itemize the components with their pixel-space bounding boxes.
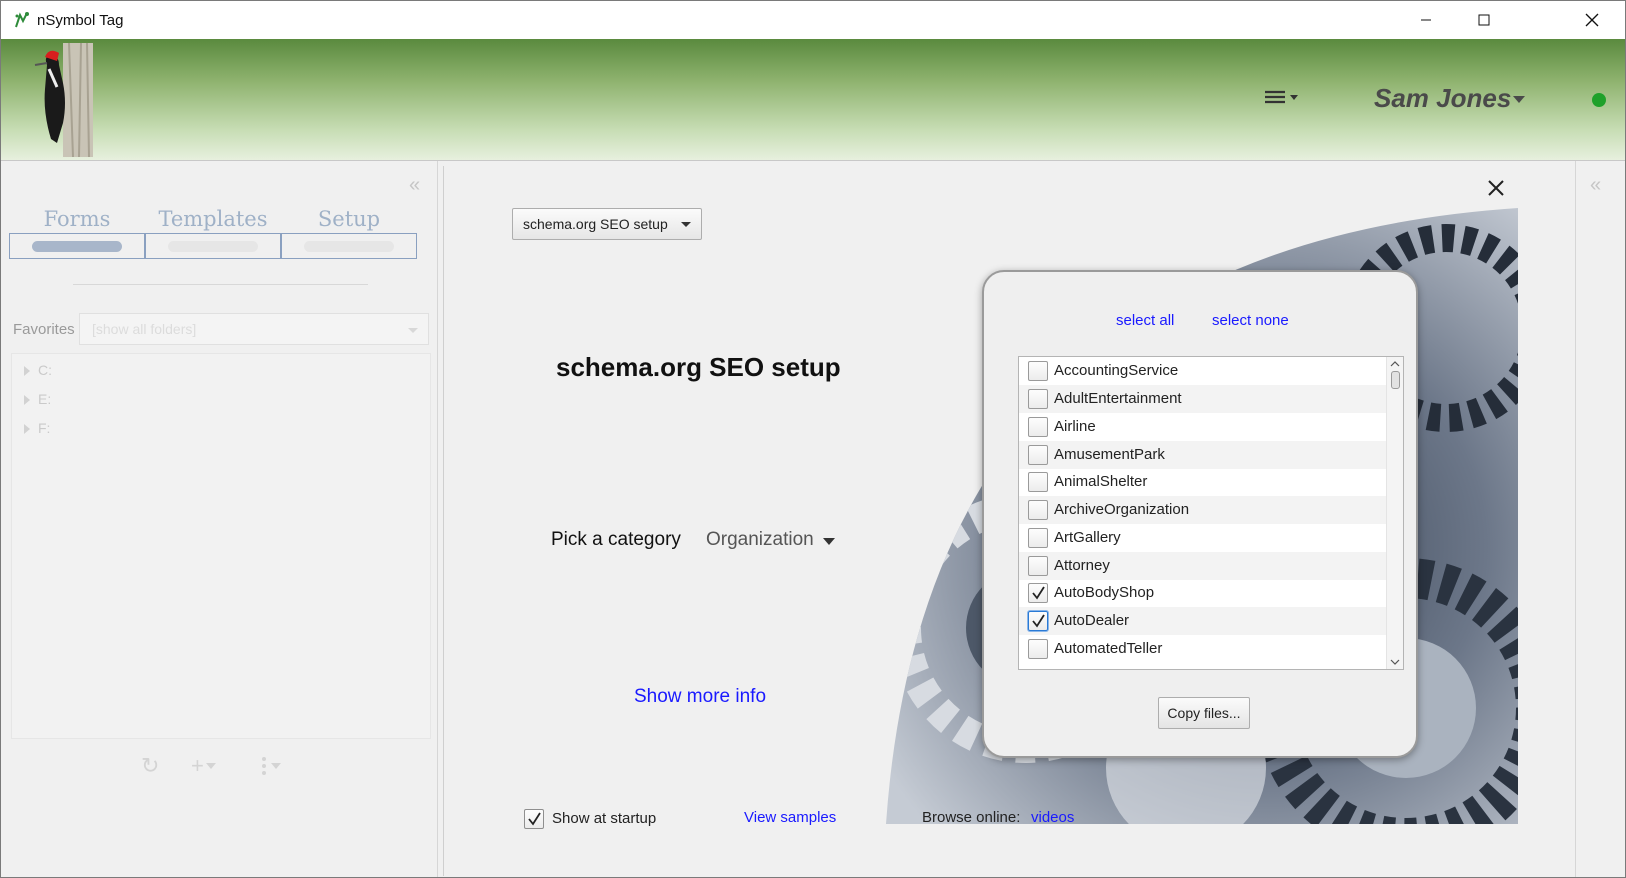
show-at-startup-label: Show at startup (552, 810, 657, 827)
user-menu[interactable]: Sam Jones (1374, 83, 1511, 114)
checkbox[interactable] (1028, 528, 1048, 548)
checkbox[interactable] (1028, 556, 1048, 576)
folder-tree[interactable]: C: E: F: (11, 353, 431, 739)
collapse-right-icon[interactable]: « (1590, 174, 1601, 197)
checkbox[interactable] (1028, 445, 1048, 465)
list-item[interactable]: Airline (1019, 413, 1387, 441)
list-item[interactable]: AutoDealer (1019, 607, 1387, 635)
chevron-down-icon (205, 763, 216, 769)
page-title: schema.org SEO setup (556, 352, 841, 382)
app-icon (15, 12, 29, 28)
scroll-thumb[interactable] (1391, 371, 1400, 389)
tab-label: Forms (43, 207, 111, 231)
scroll-up-icon[interactable] (1387, 359, 1403, 369)
maximize-button[interactable] (1455, 1, 1513, 39)
show-at-startup-checkbox[interactable] (524, 809, 544, 829)
scroll-down-icon[interactable] (1387, 657, 1403, 667)
window-title: nSymbol Tag (37, 12, 124, 29)
close-window-button[interactable] (1563, 1, 1621, 39)
category-dropdown[interactable]: Organization (706, 529, 814, 551)
chevron-down-icon (681, 222, 691, 227)
category-select-dialog: select all select none AccountingService… (982, 270, 1418, 758)
close-icon[interactable] (1484, 176, 1508, 200)
main-content: schema.org SEO setup schema.org SEO setu… (443, 166, 1573, 876)
checkmark-icon (1032, 614, 1045, 628)
setup-selector-value: schema.org SEO setup (523, 216, 668, 232)
expand-triangle-icon[interactable] (24, 424, 30, 435)
list-item[interactable]: AccountingService (1019, 357, 1387, 385)
status-indicator (1592, 93, 1606, 107)
checkbox[interactable] (1028, 389, 1048, 409)
minimize-button[interactable] (1397, 1, 1455, 39)
more-vertical-icon (262, 757, 266, 775)
checkbox[interactable] (1028, 500, 1048, 520)
view-samples-link[interactable]: View samples (744, 809, 836, 826)
expand-triangle-icon[interactable] (24, 366, 30, 377)
list-item[interactable]: AdultEntertainment (1019, 385, 1387, 413)
refresh-button[interactable]: ↻ (141, 751, 159, 781)
tree-item[interactable]: E: (24, 391, 51, 407)
checkbox[interactable] (1028, 583, 1048, 603)
right-sidebar: « (1575, 161, 1625, 877)
add-button[interactable]: + (191, 751, 218, 781)
checkbox[interactable] (1028, 611, 1048, 631)
app-window: nSymbol Tag Sam Jones « Forms Templates … (0, 0, 1626, 878)
checkbox[interactable] (1028, 361, 1048, 381)
list-item[interactable]: AmusementPark (1019, 441, 1387, 469)
divider (73, 284, 368, 285)
checkmark-icon (528, 812, 541, 826)
tab-label: Setup (317, 207, 381, 231)
browse-online-label: Browse online: (922, 809, 1021, 826)
woodpecker-logo (34, 43, 93, 157)
chevron-down-icon[interactable] (823, 538, 835, 545)
title-bar: nSymbol Tag (1, 1, 1625, 39)
setup-selector-dropdown[interactable]: schema.org SEO setup (512, 208, 702, 240)
list-item[interactable]: AutomatedTeller (1019, 635, 1387, 663)
list-scrollbar[interactable] (1386, 357, 1403, 669)
category-list[interactable]: AccountingService AdultEntertainment Air… (1018, 356, 1404, 670)
left-sidebar: « Forms Templates Setup Favorites [show … (1, 161, 438, 877)
plus-icon: + (191, 753, 204, 778)
checkbox[interactable] (1028, 472, 1048, 492)
header-banner: Sam Jones (1, 39, 1625, 161)
minimize-icon (1421, 19, 1431, 21)
favorites-value: [show all folders] (92, 321, 197, 337)
list-item[interactable]: AutoBodyShop (1019, 579, 1387, 607)
chevron-down-icon[interactable] (1513, 96, 1525, 103)
list-item[interactable]: ArchiveOrganization (1019, 496, 1387, 524)
show-more-info-link[interactable]: Show more info (634, 686, 766, 708)
tab-forms[interactable]: Forms (9, 207, 145, 259)
collapse-left-icon[interactable]: « (409, 174, 420, 197)
tree-item[interactable]: C: (24, 362, 52, 378)
tab-label: Templates (158, 207, 268, 231)
list-item[interactable]: ArtGallery (1019, 524, 1387, 552)
checkbox[interactable] (1028, 639, 1048, 659)
select-none-link[interactable]: select none (1212, 312, 1289, 329)
sidebar-tabs: Forms Templates Setup (9, 207, 431, 259)
tab-setup[interactable]: Setup (281, 207, 417, 259)
tab-templates[interactable]: Templates (145, 207, 281, 259)
list-item[interactable]: AnimalShelter (1019, 468, 1387, 496)
more-options-button[interactable] (259, 751, 283, 781)
checkbox[interactable] (1028, 417, 1048, 437)
refresh-icon: ↻ (141, 753, 160, 778)
maximize-icon (1478, 14, 1490, 26)
checkmark-icon (1032, 586, 1045, 600)
copy-files-button[interactable]: Copy files... (1158, 697, 1250, 729)
chevron-down-icon (408, 328, 418, 333)
list-item[interactable]: Attorney (1019, 552, 1387, 580)
expand-triangle-icon[interactable] (24, 395, 30, 406)
hamburger-menu-icon (1265, 90, 1298, 104)
select-all-link[interactable]: select all (1116, 312, 1174, 329)
category-label: Pick a category (551, 529, 681, 550)
favorites-label: Favorites (13, 321, 75, 338)
close-icon (1585, 13, 1599, 27)
favorites-select[interactable]: [show all folders] (79, 313, 429, 345)
main-menu-button[interactable] (1263, 85, 1303, 109)
chevron-down-icon (271, 763, 281, 769)
videos-link[interactable]: videos (1031, 809, 1074, 826)
tree-item[interactable]: F: (24, 420, 50, 436)
